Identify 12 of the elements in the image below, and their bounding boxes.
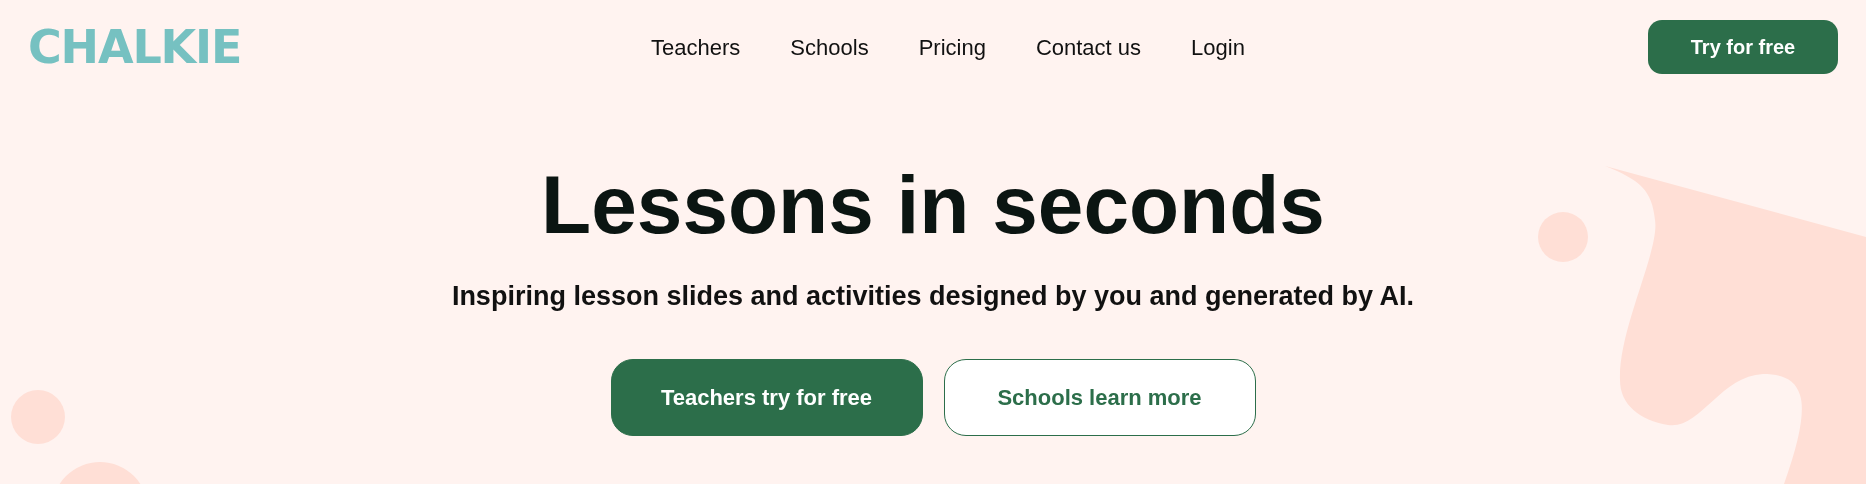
decorative-circle	[11, 390, 65, 444]
hero-cta-button[interactable]: Schools learn more	[943, 358, 1256, 436]
nav-link[interactable]: Pricing	[918, 30, 986, 64]
try-for-free-button[interactable]: Try for free	[1648, 20, 1838, 74]
nav-link[interactable]: Teachers	[651, 30, 741, 64]
hero-subtitle: Inspiring lesson slides and activities designed by you and generated by AI.	[451, 280, 1415, 313]
decorative-circle	[1538, 212, 1588, 262]
hero-cta-button[interactable]: Teachers try for free	[610, 358, 923, 436]
hero-title: Lessons in seconds	[541, 164, 1325, 246]
nav-link[interactable]: Contact us	[1035, 30, 1142, 64]
nav-link[interactable]: Schools	[790, 30, 869, 64]
nav-link[interactable]: Login	[1191, 30, 1245, 64]
